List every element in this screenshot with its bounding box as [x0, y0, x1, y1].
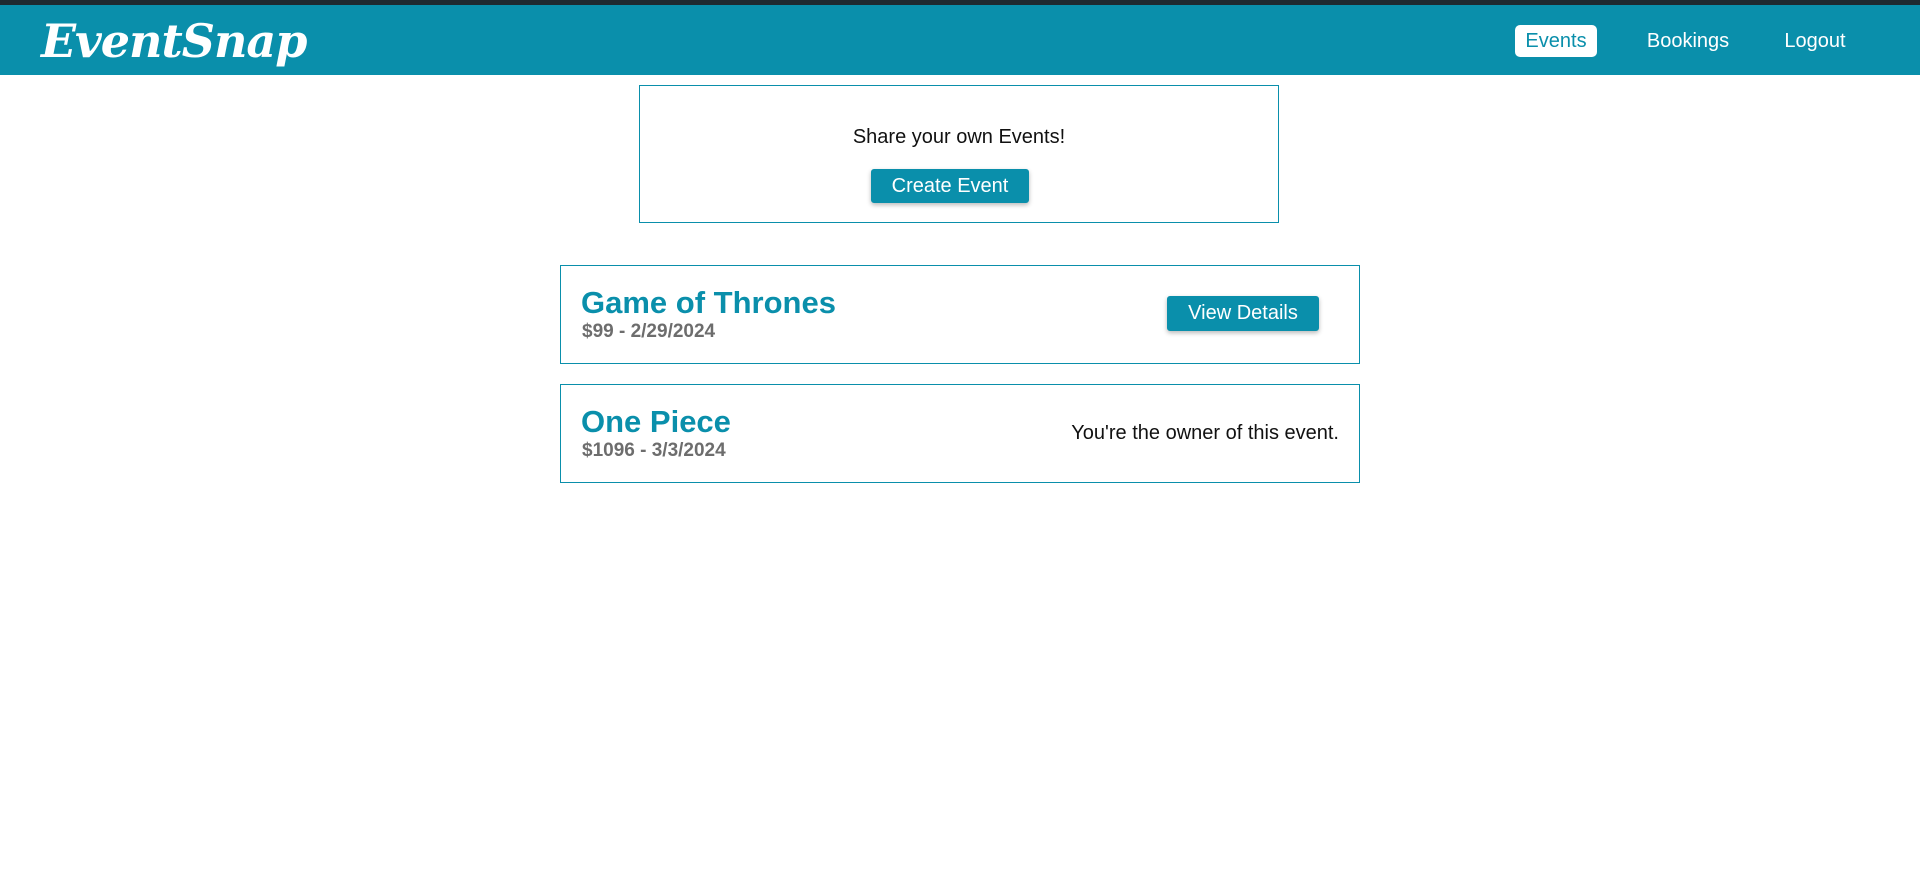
event-price-date: $99 - 2/29/2024	[582, 321, 716, 342]
nav-item-events[interactable]: Events	[1515, 25, 1597, 57]
event-card: One Piece $1096 - 3/3/2024 You're the ow…	[560, 384, 1360, 483]
event-title: Game of Thrones	[581, 285, 836, 320]
navbar: EventSnap Events Bookings Logout	[0, 5, 1920, 75]
nav-item-logout[interactable]: Logout	[1772, 25, 1858, 57]
create-event-prompt: Share your own Events!	[852, 126, 1066, 148]
owner-note: You're the owner of this event.	[1071, 422, 1339, 444]
view-details-button[interactable]: View Details	[1167, 296, 1319, 331]
create-event-panel: Share your own Events! Create Event	[639, 85, 1279, 223]
create-event-button[interactable]: Create Event	[871, 169, 1029, 203]
event-price-date: $1096 - 3/3/2024	[582, 440, 726, 461]
app-logo[interactable]: EventSnap	[41, 13, 307, 69]
event-card: Game of Thrones $99 - 2/29/2024 View Det…	[560, 265, 1360, 364]
event-title: One Piece	[581, 404, 731, 439]
nav-item-bookings[interactable]: Bookings	[1632, 25, 1744, 57]
